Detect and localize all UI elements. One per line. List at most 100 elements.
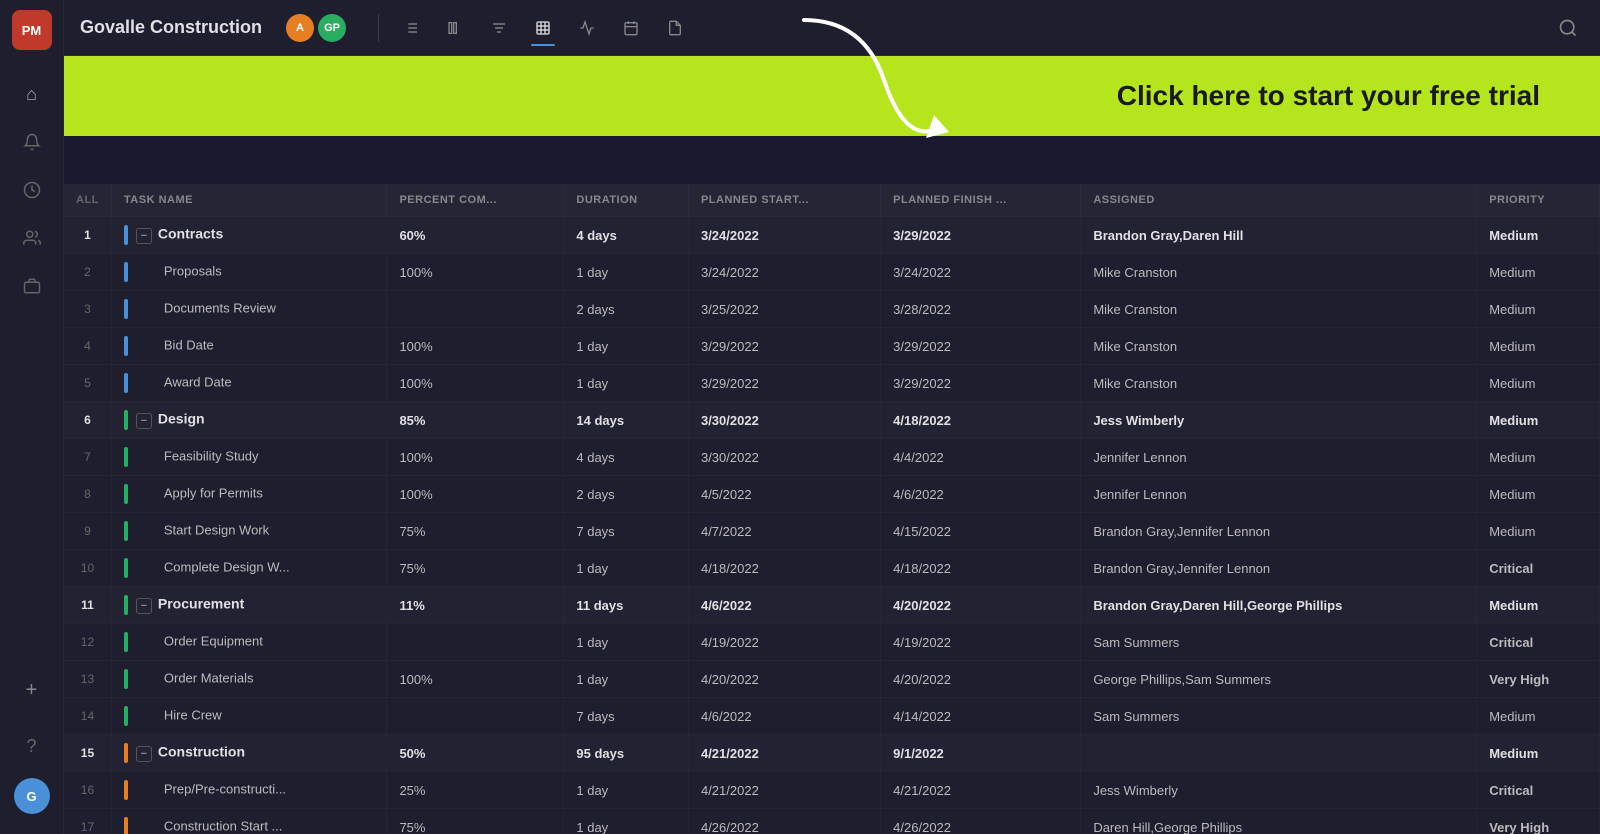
table-row[interactable]: 6−Design85%14 days3/30/20224/18/2022Jess… [64,402,1600,439]
task-name-cell[interactable]: −Construction [111,735,387,772]
task-duration: 95 days [564,735,689,772]
table-row[interactable]: 10Complete Design W...75%1 day4/18/20224… [64,550,1600,587]
gantt-view-btn[interactable] [439,12,471,44]
col-planned-start[interactable]: PLANNED START... [688,184,880,217]
sidebar-item-home[interactable]: ⌂ [12,74,52,114]
col-assigned[interactable]: ASSIGNED [1081,184,1477,217]
task-finish: 4/18/2022 [881,402,1081,439]
task-name-cell[interactable]: −Contracts [111,217,387,254]
task-duration: 7 days [564,513,689,550]
col-duration[interactable]: DURATION [564,184,689,217]
task-start: 4/21/2022 [688,772,880,809]
task-duration: 7 days [564,698,689,735]
task-priority: Medium [1477,735,1600,772]
separator-1 [378,14,379,42]
task-start: 4/6/2022 [688,587,880,624]
sidebar-item-notifications[interactable] [12,122,52,162]
collapse-icon[interactable]: − [136,746,152,762]
sidebar-item-help[interactable]: ? [12,726,52,766]
task-name-cell[interactable]: Order Materials [111,661,387,698]
user-avatars: A GP [286,14,346,42]
app-logo: PM [12,10,52,50]
table-row[interactable]: 12Order Equipment1 day4/19/20224/19/2022… [64,624,1600,661]
pulse-view-btn[interactable] [571,12,603,44]
col-all[interactable]: ALL [64,184,111,217]
table-row[interactable]: 11−Procurement11%11 days4/6/20224/20/202… [64,587,1600,624]
task-priority: Very High [1477,661,1600,698]
list-view-btn[interactable] [395,12,427,44]
sidebar-item-portfolio[interactable] [12,266,52,306]
task-assigned: Jennifer Lennon [1081,476,1477,513]
col-planned-finish[interactable]: PLANNED FINISH ... [881,184,1081,217]
col-task-name[interactable]: TASK NAME [111,184,387,217]
table-row[interactable]: 2Proposals100%1 day3/24/20223/24/2022Mik… [64,254,1600,291]
collapse-icon[interactable]: − [136,598,152,614]
row-id: 15 [64,735,111,772]
task-priority: Critical [1477,772,1600,809]
task-percent: 85% [387,402,564,439]
row-id: 6 [64,402,111,439]
task-percent: 11% [387,587,564,624]
col-percent[interactable]: PERCENT COM... [387,184,564,217]
task-priority: Medium [1477,513,1600,550]
task-name-text: Construction Start ... [164,818,283,833]
sidebar-item-add[interactable]: + [12,670,52,710]
task-finish: 4/19/2022 [881,624,1081,661]
docs-view-btn[interactable] [659,12,691,44]
task-percent: 100% [387,439,564,476]
table-row[interactable]: 5Award Date100%1 day3/29/20223/29/2022Mi… [64,365,1600,402]
task-duration: 11 days [564,587,689,624]
table-row[interactable]: 15−Construction50%95 days4/21/20229/1/20… [64,735,1600,772]
avatar-user2: GP [318,14,346,42]
sidebar-item-timeline[interactable] [12,170,52,210]
task-name-cell[interactable]: Construction Start ... [111,809,387,834]
search-btn[interactable] [1552,12,1584,44]
task-assigned: Jennifer Lennon [1081,439,1477,476]
table-row[interactable]: 14Hire Crew7 days4/6/20224/14/2022Sam Su… [64,698,1600,735]
task-name-cell[interactable]: Feasibility Study [111,439,387,476]
task-priority: Medium [1477,402,1600,439]
free-trial-banner[interactable]: Click here to start your free trial [64,56,1600,136]
task-name-cell[interactable]: Prep/Pre-constructi... [111,772,387,809]
col-priority[interactable]: PRIORITY [1477,184,1600,217]
table-row[interactable]: 3Documents Review2 days3/25/20223/28/202… [64,291,1600,328]
collapse-icon[interactable]: − [136,228,152,244]
task-finish: 4/18/2022 [881,550,1081,587]
table-row[interactable]: 8Apply for Permits100%2 days4/5/20224/6/… [64,476,1600,513]
user-avatar-sidebar: G [14,778,50,814]
task-name-cell[interactable]: Apply for Permits [111,476,387,513]
row-id: 2 [64,254,111,291]
task-name-cell[interactable]: Proposals [111,254,387,291]
table-row[interactable]: 16Prep/Pre-constructi...25%1 day4/21/202… [64,772,1600,809]
task-duration: 2 days [564,291,689,328]
task-name-cell[interactable]: −Procurement [111,587,387,624]
task-name-cell[interactable]: Order Equipment [111,624,387,661]
table-row[interactable]: 17Construction Start ...75%1 day4/26/202… [64,809,1600,834]
task-name-cell[interactable]: Documents Review [111,291,387,328]
calendar-view-btn[interactable] [615,12,647,44]
task-priority: Very High [1477,809,1600,834]
task-name-cell[interactable]: Hire Crew [111,698,387,735]
table-row[interactable]: 4Bid Date100%1 day3/29/20223/29/2022Mike… [64,328,1600,365]
task-assigned: Jess Wimberly [1081,772,1477,809]
task-name-cell[interactable]: Bid Date [111,328,387,365]
task-percent: 75% [387,550,564,587]
collapse-icon[interactable]: − [136,413,152,429]
task-assigned: Brandon Gray,Jennifer Lennon [1081,513,1477,550]
row-id: 7 [64,439,111,476]
topbar: Govalle Construction A GP [64,0,1600,56]
filter-view-btn[interactable] [483,12,515,44]
task-name-cell[interactable]: Award Date [111,365,387,402]
table-row[interactable]: 13Order Materials100%1 day4/20/20224/20/… [64,661,1600,698]
task-name-cell[interactable]: Start Design Work [111,513,387,550]
task-assigned: Sam Summers [1081,698,1477,735]
table-row[interactable]: 9Start Design Work75%7 days4/7/20224/15/… [64,513,1600,550]
table-row[interactable]: 7Feasibility Study100%4 days3/30/20224/4… [64,439,1600,476]
sidebar-item-team[interactable] [12,218,52,258]
table-view-btn[interactable] [527,12,559,44]
task-name-cell[interactable]: −Design [111,402,387,439]
table-row[interactable]: 1−Contracts60%4 days3/24/20223/29/2022Br… [64,217,1600,254]
main-content: Govalle Construction A GP [64,0,1600,834]
task-start: 4/19/2022 [688,624,880,661]
task-name-cell[interactable]: Complete Design W... [111,550,387,587]
